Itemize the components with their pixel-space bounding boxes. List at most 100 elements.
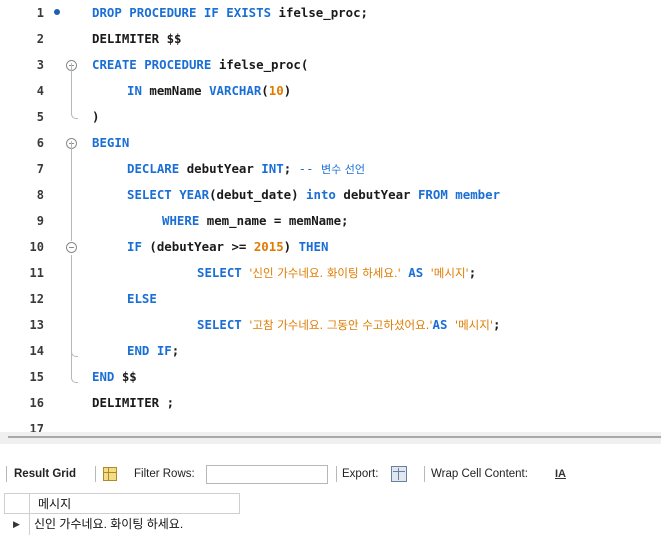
code-line[interactable]: 15 END $$ [0,364,661,390]
code-line[interactable]: 16 DELIMITER ; [0,390,661,416]
code-line[interactable]: 9 WHERE mem_name = memName; [0,208,661,234]
fold-guide [71,355,72,375]
sql-keyword: AS [400,265,431,280]
grid-corner[interactable] [4,493,30,514]
code-line[interactable]: 3 CREATE PROCEDURE ifelse_proc( [0,52,661,78]
sql-identifier: ; [468,265,477,280]
sql-string: '메시지' [454,318,493,332]
export-icon[interactable] [391,466,407,482]
result-grid-tab[interactable]: Result Grid [14,458,76,490]
code-line[interactable]: 17 [0,416,661,432]
sql-keyword: END [92,369,122,384]
code-line[interactable]: 2 DELIMITER $$ [0,26,661,52]
fold-guide [71,141,72,241]
code-text[interactable]: DECLARE debutYear INT; -- 변수 선언 [127,156,365,183]
code-line[interactable]: 7 DECLARE debutYear INT; -- 변수 선언 [0,156,661,182]
export-label: Export: [342,468,379,480]
sql-string: '고참 가수네요. 그동안 수고하셨어요.' [249,318,433,332]
code-text[interactable]: DELIMITER ; [92,390,174,416]
sql-keyword: ELSE [127,291,157,306]
panel-splitter[interactable] [0,432,661,444]
sql-identifier: ) [92,109,100,124]
sql-identifier: ; [492,317,501,332]
line-number: 16 [29,396,44,410]
sql-keyword: DROP PROCEDURE IF EXISTS [92,5,279,20]
code-line[interactable]: 5 ) [0,104,661,130]
wrap-cell-icon[interactable]: IA [554,466,567,482]
code-text[interactable]: DROP PROCEDURE IF EXISTS ifelse_proc; [92,0,368,26]
code-text[interactable]: IF (debutYear >= 2015) THEN [127,234,328,260]
code-text[interactable]: ) [92,104,99,130]
sql-keyword: SELECT [197,317,250,332]
column-header[interactable]: 메시지 [30,493,240,514]
grid-view-icon[interactable] [103,467,117,481]
sql-keyword: INT [261,161,284,176]
fold-guide [71,63,72,111]
code-line[interactable]: 11 SELECT '신인 가수네요. 화이팅 하세요.' AS '메시지'; [0,260,661,286]
code-text[interactable]: SELECT '신인 가수네요. 화이팅 하세요.' AS '메시지'; [197,260,476,286]
sql-keyword: SELECT [127,187,180,202]
sql-keyword: AS [432,317,455,332]
code-line[interactable]: 10 IF (debutYear >= 2015) THEN [0,234,661,260]
line-number: 6 [36,136,44,150]
code-text[interactable]: END $$ [92,364,137,390]
sql-comment: 변수 선언 [321,163,365,176]
code-text[interactable]: ELSE [127,286,157,312]
sql-keyword: DECLARE [127,161,187,176]
filter-rows-label: Filter Rows: [134,468,195,480]
code-line[interactable]: 6 BEGIN [0,130,661,156]
sql-keyword: FROM [417,187,456,202]
table-cell[interactable]: 신인 가수네요. 화이팅 하세요. [30,514,183,535]
sql-identifier: (debutYear >= [149,239,254,254]
sql-keyword: into [306,187,344,202]
sql-identifier: debutYear [343,187,418,202]
sql-identifier: (debut_date) [209,187,307,202]
sql-number: 10 [268,83,284,98]
sql-editor[interactable]: 1 DROP PROCEDURE IF EXISTS ifelse_proc; … [0,0,661,432]
code-text[interactable]: IN memName VARCHAR(10) [127,78,291,104]
code-text[interactable]: BEGIN [92,130,129,156]
code-text[interactable]: END IF; [127,338,179,364]
line-number: 8 [36,188,44,202]
sql-number: 2015 [253,239,284,254]
current-line-dot-icon [54,9,60,15]
filter-rows-input[interactable] [206,465,328,484]
code-text[interactable]: SELECT YEAR(debut_date) into debutYear F… [127,182,500,208]
code-line[interactable]: 1 DROP PROCEDURE IF EXISTS ifelse_proc; [0,0,661,26]
sql-keyword: IN [127,83,150,98]
code-line[interactable]: 13 SELECT '고참 가수네요. 그동안 수고하셨어요.'AS '메시지'… [0,312,661,338]
code-line[interactable]: 14 END IF; [0,338,661,364]
line-number: 1 [36,6,44,20]
code-text[interactable]: WHERE mem_name = memName; [162,208,349,234]
line-number: 15 [29,370,44,384]
sql-keyword: SELECT [197,265,250,280]
sql-identifier: ; [283,161,299,176]
fold-guide-end [71,349,78,357]
fold-guide [71,255,72,355]
code-text[interactable]: CREATE PROCEDURE ifelse_proc( [92,52,308,78]
line-number: 11 [29,266,44,280]
sql-identifier: memName [149,83,210,98]
sql-identifier: ifelse_proc; [278,5,369,20]
code-line[interactable]: 4 IN memName VARCHAR(10) [0,78,661,104]
fold-guide-end [71,375,78,383]
line-number: 17 [29,422,44,432]
sql-keyword: END IF [127,343,172,358]
fold-toggle-icon[interactable] [66,242,77,253]
line-number: 7 [36,162,44,176]
row-pointer-icon[interactable]: ▶ [4,514,30,535]
sql-keyword: CREATE PROCEDURE [92,57,219,72]
line-number: 3 [36,58,44,72]
sql-keyword: IF [127,239,150,254]
line-number: 13 [29,318,44,332]
code-text[interactable]: SELECT '고참 가수네요. 그동안 수고하셨어요.'AS '메시지'; [197,312,500,338]
code-line[interactable]: 8 SELECT YEAR(debut_date) into debutYear… [0,182,661,208]
line-number: 12 [29,292,44,306]
code-line[interactable]: 12 ELSE [0,286,661,312]
sql-identifier: ifelse_proc( [218,57,309,72]
code-text[interactable]: DELIMITER $$ [92,26,182,52]
sql-keyword: BEGIN [92,135,130,150]
fold-guide-end [71,111,78,119]
toolbar-separator [424,466,425,482]
sql-keyword: VARCHAR [209,83,262,98]
